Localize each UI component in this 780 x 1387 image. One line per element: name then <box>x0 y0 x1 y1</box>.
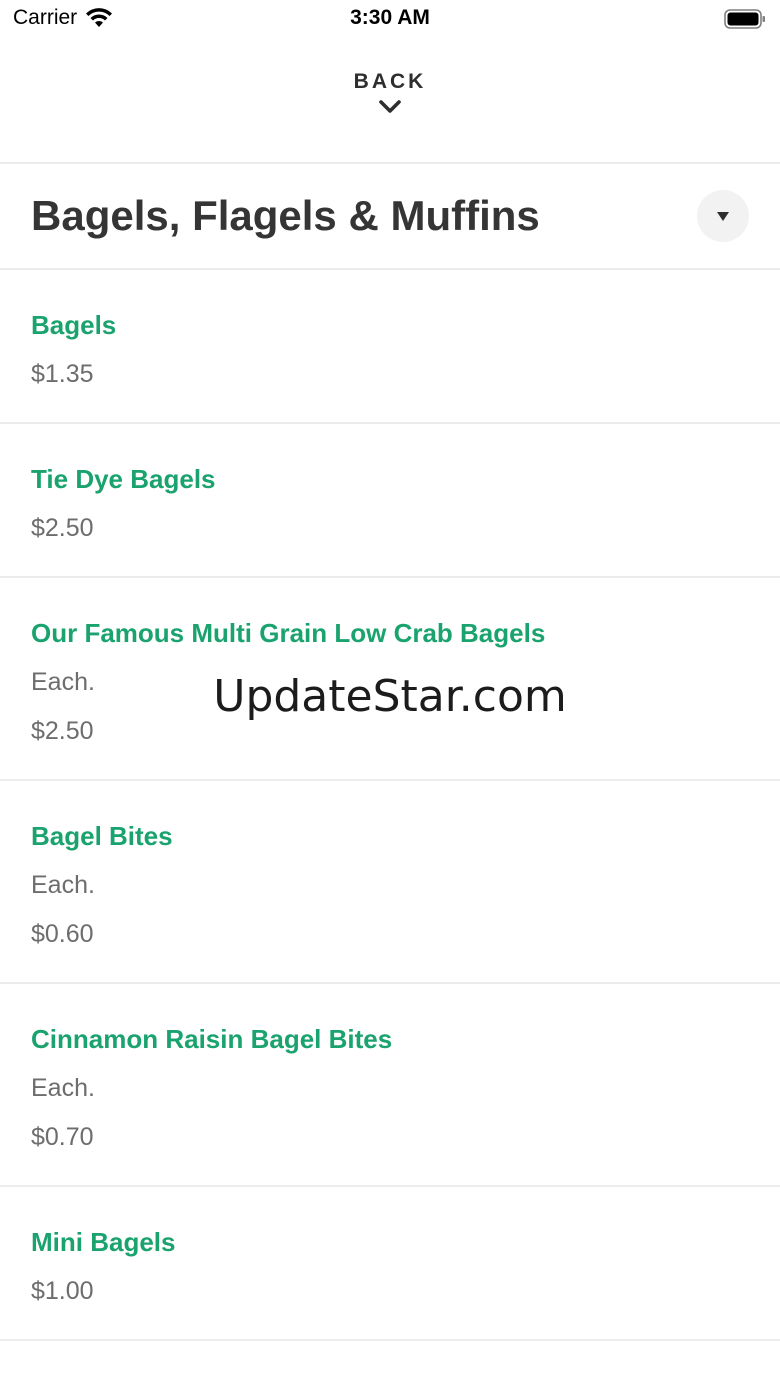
menu-item[interactable]: Mini Bagels $1.00 <box>0 1187 780 1341</box>
menu-item-price: $0.70 <box>31 1123 94 1151</box>
menu-item[interactable]: Our Famous Multi Grain Low Crab Bagels E… <box>0 578 780 781</box>
menu-item[interactable]: Cinnamon Raisin Bagel Bites Each. $0.70 <box>0 984 780 1187</box>
menu-item-description: Each. <box>31 668 95 696</box>
category-header: Bagels, Flagels & Muffins <box>0 164 780 270</box>
back-button[interactable]: BACK <box>290 70 490 140</box>
menu-item-description: Each. <box>31 871 95 899</box>
menu-item-name: Bagels <box>31 310 117 340</box>
menu-item-list: Bagels $1.35 Tie Dye Bagels $2.50 Our Fa… <box>0 270 780 1341</box>
back-label: BACK <box>353 70 427 93</box>
menu-item-price: $0.60 <box>31 920 94 948</box>
back-header: BACK <box>0 40 780 164</box>
menu-item-price: $2.50 <box>31 514 94 542</box>
menu-item-name: Bagel Bites <box>31 821 173 851</box>
menu-item[interactable]: Bagel Bites Each. $0.60 <box>0 781 780 984</box>
menu-item-description: Each. <box>31 1074 95 1102</box>
chevron-down-icon <box>379 100 401 113</box>
menu-item[interactable]: Bagels $1.35 <box>0 270 780 424</box>
menu-item-price: $2.50 <box>31 717 94 745</box>
caret-down-icon <box>717 212 729 221</box>
status-bar: Carrier 3:30 AM <box>0 0 780 40</box>
category-title: Bagels, Flagels & Muffins <box>31 192 540 239</box>
menu-item[interactable]: Tie Dye Bagels $2.50 <box>0 424 780 578</box>
menu-item-name: Our Famous Multi Grain Low Crab Bagels <box>31 618 546 648</box>
battery-icon <box>724 9 765 29</box>
clock: 3:30 AM <box>350 6 430 29</box>
menu-item-name: Tie Dye Bagels <box>31 464 216 494</box>
menu-item-price: $1.35 <box>31 360 94 388</box>
menu-item-name: Mini Bagels <box>31 1227 176 1257</box>
menu-item-name: Cinnamon Raisin Bagel Bites <box>31 1024 393 1054</box>
menu-item-price: $1.00 <box>31 1277 94 1305</box>
category-dropdown-button[interactable] <box>697 190 749 242</box>
